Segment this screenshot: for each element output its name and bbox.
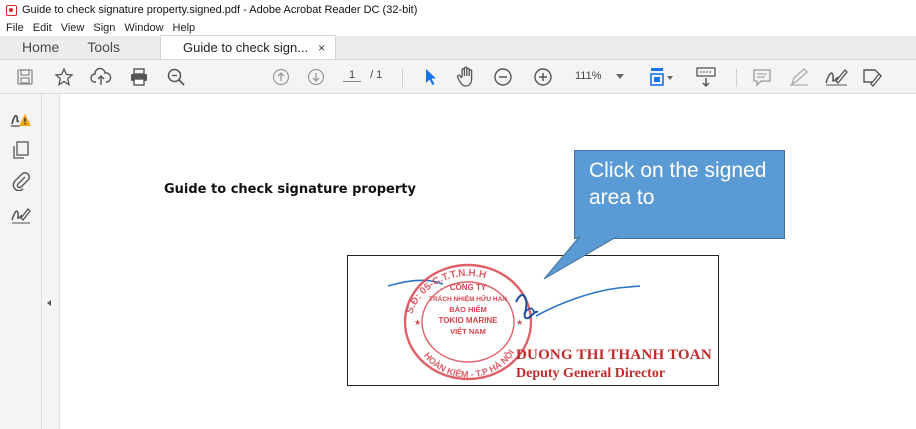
zoom-level[interactable]: 111% — [575, 70, 602, 82]
page-up-icon[interactable] — [270, 65, 292, 89]
search-zoom-icon[interactable] — [164, 65, 188, 89]
tab-document-label: Guide to check sign... — [183, 40, 309, 55]
page-down-icon[interactable] — [305, 65, 327, 89]
menu-sign[interactable]: Sign — [93, 22, 115, 34]
left-sidebar — [0, 94, 42, 429]
menu-help[interactable]: Help — [173, 22, 196, 34]
menu-view[interactable]: View — [61, 22, 85, 34]
menu-edit[interactable]: Edit — [33, 22, 52, 34]
menu-bar: File Edit View Sign Window Help — [0, 20, 916, 36]
print-icon[interactable] — [127, 65, 151, 89]
sidebar-collapse-strip[interactable] — [42, 94, 60, 429]
pages-icon[interactable] — [10, 139, 32, 161]
zoom-in-icon[interactable] — [532, 65, 554, 89]
tab-tools[interactable]: Tools — [81, 35, 142, 59]
save-icon[interactable] — [14, 65, 36, 89]
window-title: Guide to check signature property.signed… — [22, 4, 418, 16]
page-total: / 1 — [370, 69, 383, 81]
sign-tool-icon[interactable] — [10, 204, 32, 226]
highlight-pen-icon[interactable] — [787, 65, 811, 89]
stamp-ring-bottom: HOÀN KIẾM - T.P HÀ NỘI — [422, 348, 516, 380]
upload-cloud-icon[interactable] — [89, 65, 113, 89]
collapse-arrow-icon[interactable] — [47, 300, 51, 306]
toolbar-separator — [402, 69, 403, 87]
attachment-icon[interactable] — [10, 170, 32, 192]
signature-warning-icon[interactable] — [10, 108, 32, 130]
hand-icon[interactable] — [454, 65, 478, 89]
toolbar-separator — [736, 69, 737, 87]
signer-name: DUONG THI THANH TOAN — [516, 347, 712, 363]
menu-file[interactable]: File — [6, 22, 24, 34]
toolbar: 1 / 1 111% — [0, 60, 916, 94]
stamp-line-3: BẢO HIỂM — [449, 305, 487, 314]
signature-field[interactable]: S.Đ: 05-C.T.T.N.H.H HOÀN KIẾM - T.P HÀ N… — [347, 255, 719, 386]
zoom-out-icon[interactable] — [492, 65, 514, 89]
svg-text:HOÀN KIẾM - T.P HÀ NỘI: HOÀN KIẾM - T.P HÀ NỘI — [422, 348, 516, 380]
stamp-line-5: VIỆT NAM — [450, 327, 486, 336]
stamp-line-2: TRÁCH NHIỆM HỮU HẠN — [429, 294, 507, 303]
title-bar: Guide to check signature property.signed… — [0, 0, 916, 20]
stamp-line-4: TOKIO MARINE — [439, 316, 499, 325]
tab-close-icon[interactable]: × — [318, 41, 325, 55]
callout-text: Click on the signed area to — [589, 159, 767, 209]
callout-box: Click on the signed area to — [574, 150, 785, 239]
page-current-input[interactable]: 1 — [343, 69, 361, 82]
page-indicator: 1 / 1 — [343, 69, 382, 82]
sign-icon[interactable] — [822, 65, 850, 89]
tab-bar: Home Tools Guide to check sign... × — [0, 35, 916, 60]
scroll-mode-icon[interactable] — [694, 65, 718, 89]
signer-title: Deputy General Director — [516, 366, 666, 381]
comment-icon[interactable] — [750, 65, 774, 89]
zoom-dropdown-icon[interactable] — [614, 65, 626, 89]
stamp-line-1: CÔNG TY — [450, 283, 487, 292]
tab-document[interactable]: Guide to check sign... × — [160, 35, 337, 59]
svg-text:★: ★ — [414, 318, 421, 327]
bookmark-star-icon[interactable] — [52, 65, 76, 89]
tab-home[interactable]: Home — [0, 35, 81, 59]
callout-pointer — [543, 236, 619, 280]
fit-page-icon[interactable] — [647, 65, 677, 89]
acrobat-app-icon — [6, 4, 17, 16]
fill-sign-icon[interactable] — [859, 65, 887, 89]
select-arrow-icon[interactable] — [421, 65, 441, 89]
document-heading: Guide to check signature property — [164, 182, 416, 197]
svg-text:★: ★ — [516, 318, 523, 327]
menu-window[interactable]: Window — [124, 22, 163, 34]
